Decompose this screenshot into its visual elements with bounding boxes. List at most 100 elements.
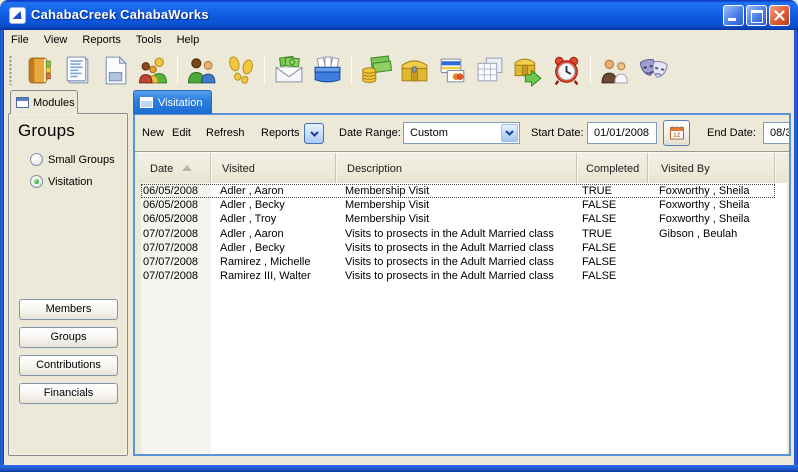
toolbar-separator [590,55,591,85]
edit-button[interactable]: Edit [172,127,191,139]
money-icon[interactable] [360,54,393,87]
footprints-icon[interactable] [224,54,257,87]
window-frame-bottom [0,465,798,472]
contribution-mail-icon[interactable] [273,54,306,87]
new-document-icon[interactable] [99,54,132,87]
application-window: CahabaCreek CahabaWorks FileViewReportsT… [0,0,798,472]
cell-date: 06/05/2008 [141,185,211,197]
end-date-input[interactable]: 08/31/2008 [763,122,791,144]
cell-completed: TRUE [577,228,648,240]
payment-card-icon[interactable] [436,54,469,87]
end-date-label: End Date: [707,127,756,139]
refresh-button[interactable]: Refresh [206,127,245,139]
toolbar [4,50,794,90]
deposit-export-icon[interactable] [512,54,545,87]
column-header-visited-by[interactable]: Visited By [648,153,775,183]
visitation-panel: New Edit Refresh Reports Date Range: Cus… [133,113,791,456]
date-range-value: Custom [410,127,448,139]
reminder-clock-icon[interactable] [550,54,583,87]
table-row[interactable]: 07/07/2008Ramirez , MichelleVisits to pr… [141,255,775,269]
date-range-select[interactable]: Custom [403,122,520,144]
member-pair-icon[interactable] [186,54,219,87]
cell-description: Membership Visit [336,213,577,225]
list-header: Date Visited Description Completed Visited B… [137,153,787,183]
calendar-picker-button[interactable]: 12 [663,120,690,146]
app-logo-icon [9,7,26,24]
cell-visited: Adler , Becky [211,242,336,254]
table-row[interactable]: 06/05/2008Adler , TroyMembership VisitFA… [141,212,775,226]
cell-date: 06/05/2008 [141,199,211,211]
menu-view[interactable]: View [37,32,76,48]
title-bar: CahabaCreek CahabaWorks [0,0,798,30]
toolbar-separator [177,55,178,85]
cell-completed: TRUE [577,185,648,197]
theater-masks-icon[interactable] [637,54,670,87]
wedding-couple-icon[interactable] [599,54,632,87]
tab-visitation[interactable]: Visitation [133,90,212,114]
cell-visited: Ramirez III, Walter [211,270,336,282]
new-button[interactable]: New [142,127,164,139]
address-book-icon[interactable] [23,54,56,87]
cell-visited-by: Gibson , Beulah [648,228,775,240]
visitation-list: Date Visited Description Completed Visited B… [137,153,787,454]
report-document-icon[interactable] [61,54,94,87]
table-row[interactable]: 07/07/2008Ramirez III, WalterVisits to p… [141,269,775,283]
column-header-label: Visited [222,163,255,175]
menu-file[interactable]: File [4,32,37,48]
cell-description: Membership Visit [336,185,577,197]
menu-help[interactable]: Help [170,32,208,48]
radio-visitation[interactable]: Visitation [30,175,92,188]
start-date-input[interactable]: 01/01/2008 [587,122,657,144]
cell-completed: FALSE [577,256,648,268]
reports-dropdown-button[interactable] [304,123,324,144]
close-button[interactable] [769,5,790,26]
cell-visited: Adler , Aaron [211,185,336,197]
column-header-visited[interactable]: Visited [211,153,336,183]
chevron-down-icon [310,131,319,137]
groups-module-button[interactable]: Groups [19,327,118,348]
action-bar: New Edit Refresh Reports Date Range: Cus… [135,115,789,152]
cell-description: Membership Visit [336,199,577,211]
table-row[interactable]: 07/07/2008Adler , AaronVisits to prosect… [141,227,775,241]
column-header-label: Completed [586,163,639,175]
cell-visited: Adler , Becky [211,199,336,211]
column-header-label: Visited By [661,163,710,175]
column-header-description[interactable]: Description [336,153,577,183]
window-frame-right [794,28,798,472]
treasure-chest-icon[interactable] [398,54,431,87]
radio-small-groups[interactable]: Small Groups [30,153,115,166]
data-grid-icon[interactable] [474,54,507,87]
column-header-label: Description [347,163,402,175]
cell-visited: Adler , Aaron [211,228,336,240]
menu-tools[interactable]: Tools [129,32,170,48]
toolbar-grip[interactable] [9,55,12,85]
cell-completed: FALSE [577,242,648,254]
contributions-module-button[interactable]: Contributions [19,355,118,376]
reports-button[interactable]: Reports [261,127,300,139]
cell-visited-by: Foxworthy , Sheila [648,199,775,211]
members-module-button[interactable]: Members [19,299,118,320]
list-rows: 06/05/2008Adler , AaronMembership VisitT… [141,184,775,283]
menu-bar: FileViewReportsToolsHelp [4,30,794,50]
column-header-date[interactable]: Date [141,153,211,183]
family-members-icon[interactable] [137,54,170,87]
cell-completed: FALSE [577,270,648,282]
svg-text:12: 12 [673,132,681,139]
combo-arrow-button[interactable] [501,124,518,142]
table-row[interactable]: 06/05/2008Adler , BeckyMembership Visit F… [141,198,775,212]
cell-visited: Adler , Troy [211,213,336,225]
groups-heading: Groups [18,121,75,141]
financials-module-button[interactable]: Financials [19,383,118,404]
table-row[interactable]: 06/05/2008Adler , AaronMembership VisitT… [141,184,775,198]
tab-modules[interactable]: Modules [10,90,78,114]
radio-unselected-icon [30,153,43,166]
maximize-button[interactable] [746,5,767,26]
date-range-label: Date Range: [339,127,401,139]
menu-reports[interactable]: Reports [75,32,129,48]
minimize-button[interactable] [723,5,744,26]
card-file-icon[interactable] [311,54,344,87]
modules-tab-label: Modules [33,97,75,109]
table-row[interactable]: 07/07/2008Adler , BeckyVisits to prosect… [141,241,775,255]
column-header-completed[interactable]: Completed [577,153,648,183]
toolbar-separator [351,55,352,85]
